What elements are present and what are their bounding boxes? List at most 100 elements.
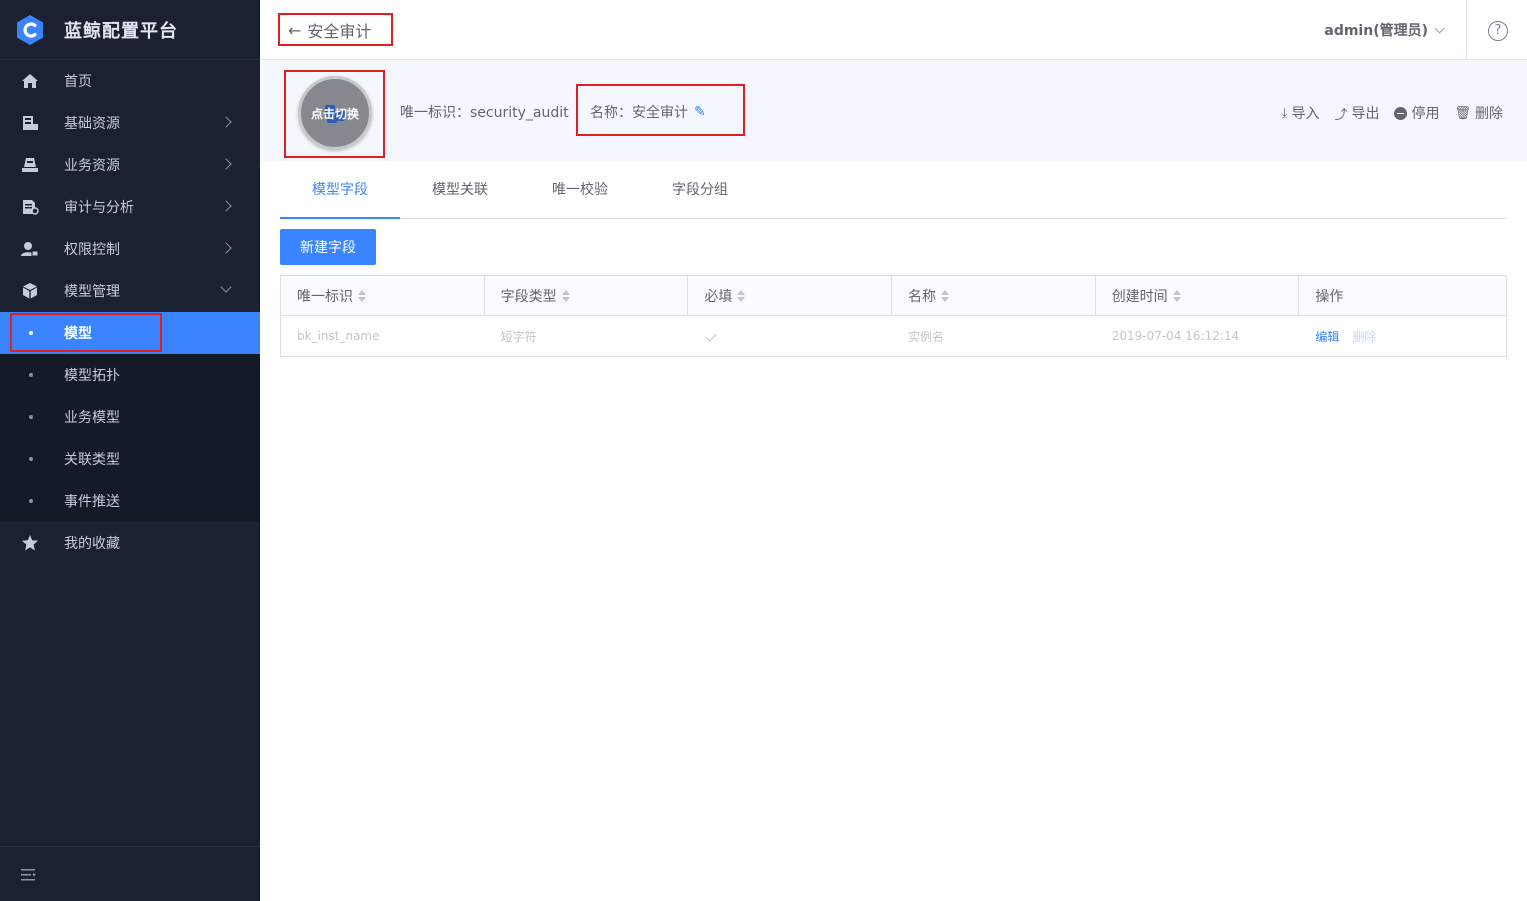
sidebar-subitem-event-push[interactable]: 事件推送 [0, 480, 260, 522]
tab-unique-validation[interactable]: 唯一校验 [520, 162, 640, 219]
user-name: admin(管理员) [1324, 23, 1428, 39]
chevron-down-icon [220, 281, 232, 293]
trash-icon: 🗑 [1454, 105, 1471, 121]
sidebar-subitem-business-model[interactable]: 业务模型 [0, 396, 260, 438]
column-header-created[interactable]: 创建时间 [1096, 276, 1300, 315]
sidebar-item-label: 模型管理 [64, 284, 120, 300]
import-icon: ⤓ [1281, 105, 1288, 121]
delete-field-link[interactable]: 删除 [1352, 328, 1376, 345]
user-menu[interactable]: admin(管理员) [1324, 20, 1445, 40]
column-header-required[interactable]: 必填 [688, 276, 893, 315]
sidebar-item-business-resources[interactable]: 业务资源 [0, 144, 260, 186]
back-label: 安全审计 [307, 22, 372, 41]
sidebar-item-permission[interactable]: 权限控制 [0, 228, 260, 270]
cell-required [688, 316, 892, 356]
top-header: ← 安全审计 admin(管理员) ? [260, 0, 1527, 60]
sidebar-item-label: 首页 [64, 74, 92, 90]
logo[interactable]: 蓝鲸配置平台 [0, 0, 260, 60]
cell-id: bk_inst_name [297, 329, 380, 343]
cube-icon [23, 283, 37, 299]
sidebar-item-model-management[interactable]: 模型管理 [0, 270, 260, 312]
switch-icon-hint: 点击切换 [310, 106, 359, 121]
model-name-label: 名称：安全审计 [590, 105, 688, 121]
bullet-icon [29, 331, 33, 335]
cell-operations: 编辑 删除 [1299, 316, 1506, 356]
sidebar-item-home[interactable]: 首页 [0, 60, 260, 102]
model-tabs: 模型字段 模型关联 唯一校验 字段分组 [280, 162, 1507, 219]
sidebar-item-basic-resources[interactable]: 基础资源 [0, 102, 260, 144]
minus-circle-icon [1394, 106, 1408, 120]
column-header-name[interactable]: 名称 [892, 276, 1096, 315]
column-header-label: 唯一标识 [297, 288, 353, 305]
star-icon [22, 535, 38, 551]
sidebar-item-label: 业务资源 [64, 158, 120, 174]
pencil-icon[interactable]: ✎ [694, 104, 706, 120]
cell-name: 实例名 [908, 329, 945, 344]
import-label: 导入 [1291, 106, 1320, 122]
collapse-menu-icon[interactable] [21, 868, 37, 882]
edit-field-link[interactable]: 编辑 [1315, 328, 1339, 345]
help-icon[interactable]: ? [1488, 21, 1508, 41]
model-info-band: 点击切换 唯一标识：security_audit 名称：安全审计 ✎ ⤓ 导入 … [260, 61, 1527, 161]
column-header-label: 操作 [1315, 288, 1344, 305]
bullet-icon [29, 373, 33, 377]
tab-field-groups[interactable]: 字段分组 [640, 162, 760, 219]
logo-icon [17, 14, 43, 45]
server-icon [23, 116, 38, 130]
model-unique-id: 唯一标识：security_audit [400, 105, 569, 121]
sort-icon[interactable] [561, 289, 570, 302]
sidebar-footer [0, 846, 260, 901]
sidebar: 蓝鲸配置平台 首页 基础资源 业务资源 审计与分析 权限控制 模型管理 模型 模… [0, 0, 260, 901]
column-header-operations: 操作 [1299, 276, 1506, 315]
model-icon-switcher[interactable]: 点击切换 [298, 76, 372, 150]
export-label: 导出 [1351, 106, 1380, 122]
column-header-label: 创建时间 [1111, 288, 1168, 305]
sidebar-subitem-label: 业务模型 [64, 410, 120, 426]
bullet-icon [29, 415, 33, 419]
disable-button[interactable]: 停用 [1394, 103, 1439, 123]
sidebar-item-label: 审计与分析 [64, 200, 134, 216]
sidebar-item-favorites[interactable]: 我的收藏 [0, 522, 260, 564]
tab-model-fields[interactable]: 模型字段 [280, 162, 400, 219]
fields-table: 唯一标识 字段类型 必填 名称 创建时间 操作 bk_inst_name 短字符… [280, 275, 1507, 357]
chevron-right-icon [220, 242, 232, 254]
sidebar-subitem-model-topology[interactable]: 模型拓扑 [0, 354, 260, 396]
sidebar-subitem-label: 模型拓扑 [64, 368, 120, 384]
sort-icon[interactable] [358, 289, 366, 302]
home-icon [22, 74, 38, 88]
cell-type: 短字符 [500, 329, 537, 344]
table-row: bk_inst_name 短字符 实例名 2019-07-04 16:12:14… [281, 316, 1506, 356]
audit-icon [23, 200, 39, 215]
cell-created: 2019-07-04 16:12:14 [1111, 329, 1240, 343]
column-header-type[interactable]: 字段类型 [485, 276, 689, 315]
sidebar-subitem-label: 模型 [64, 326, 92, 342]
delete-label: 删除 [1475, 106, 1503, 122]
business-icon [22, 158, 38, 172]
sidebar-item-audit[interactable]: 审计与分析 [0, 186, 260, 228]
new-field-button[interactable]: 新建字段 [280, 229, 376, 265]
check-icon [705, 330, 718, 342]
tab-model-associations[interactable]: 模型关联 [400, 162, 520, 219]
chevron-right-icon [220, 200, 232, 212]
sidebar-subitem-model[interactable]: 模型 [0, 312, 260, 354]
export-icon: ⤴ [1334, 107, 1348, 123]
chevron-down-icon [1434, 23, 1445, 33]
sort-icon[interactable] [941, 289, 950, 302]
app-title: 蓝鲸配置平台 [64, 20, 178, 42]
column-header-label: 必填 [704, 288, 733, 305]
disable-label: 停用 [1411, 106, 1440, 122]
export-button[interactable]: ⤴ 导出 [1334, 103, 1379, 123]
sidebar-item-label: 我的收藏 [64, 536, 120, 552]
back-button[interactable]: ← 安全审计 [288, 18, 371, 42]
column-header-label: 名称 [908, 288, 937, 305]
main-nav: 首页 基础资源 业务资源 审计与分析 权限控制 模型管理 [0, 60, 260, 312]
delete-model-button[interactable]: 🗑 删除 [1454, 103, 1503, 123]
sidebar-subitem-association-type[interactable]: 关联类型 [0, 438, 260, 480]
sort-icon[interactable] [1172, 289, 1181, 302]
import-button[interactable]: ⤓ 导入 [1282, 103, 1320, 123]
sidebar-subitem-label: 关联类型 [64, 452, 120, 468]
user-lock-icon [21, 242, 39, 257]
sort-icon[interactable] [737, 289, 746, 302]
sidebar-subitem-label: 事件推送 [64, 494, 120, 510]
column-header-id[interactable]: 唯一标识 [281, 276, 485, 315]
